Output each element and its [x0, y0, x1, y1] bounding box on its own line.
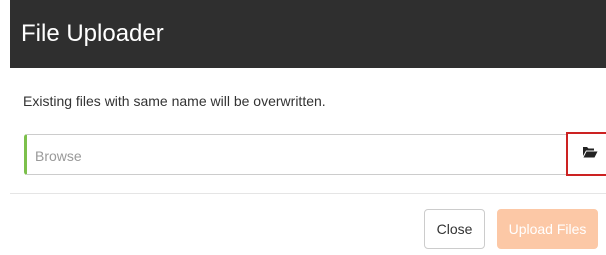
file-path-input[interactable]	[27, 135, 557, 176]
dialog-body: Existing files with same name will be ov…	[10, 68, 606, 109]
overwrite-warning-message: Existing files with same name will be ov…	[23, 93, 326, 109]
folder-open-icon	[582, 145, 598, 164]
footer-divider	[10, 193, 606, 194]
upload-files-button[interactable]: Upload Files	[497, 209, 598, 249]
close-button[interactable]: Close	[424, 209, 485, 249]
file-input-group	[24, 132, 606, 176]
file-uploader-dialog: File Uploader Existing files with same n…	[10, 0, 606, 255]
dialog-header: File Uploader	[10, 0, 606, 68]
dialog-title: File Uploader	[21, 20, 164, 47]
browse-folder-button[interactable]	[566, 132, 606, 176]
